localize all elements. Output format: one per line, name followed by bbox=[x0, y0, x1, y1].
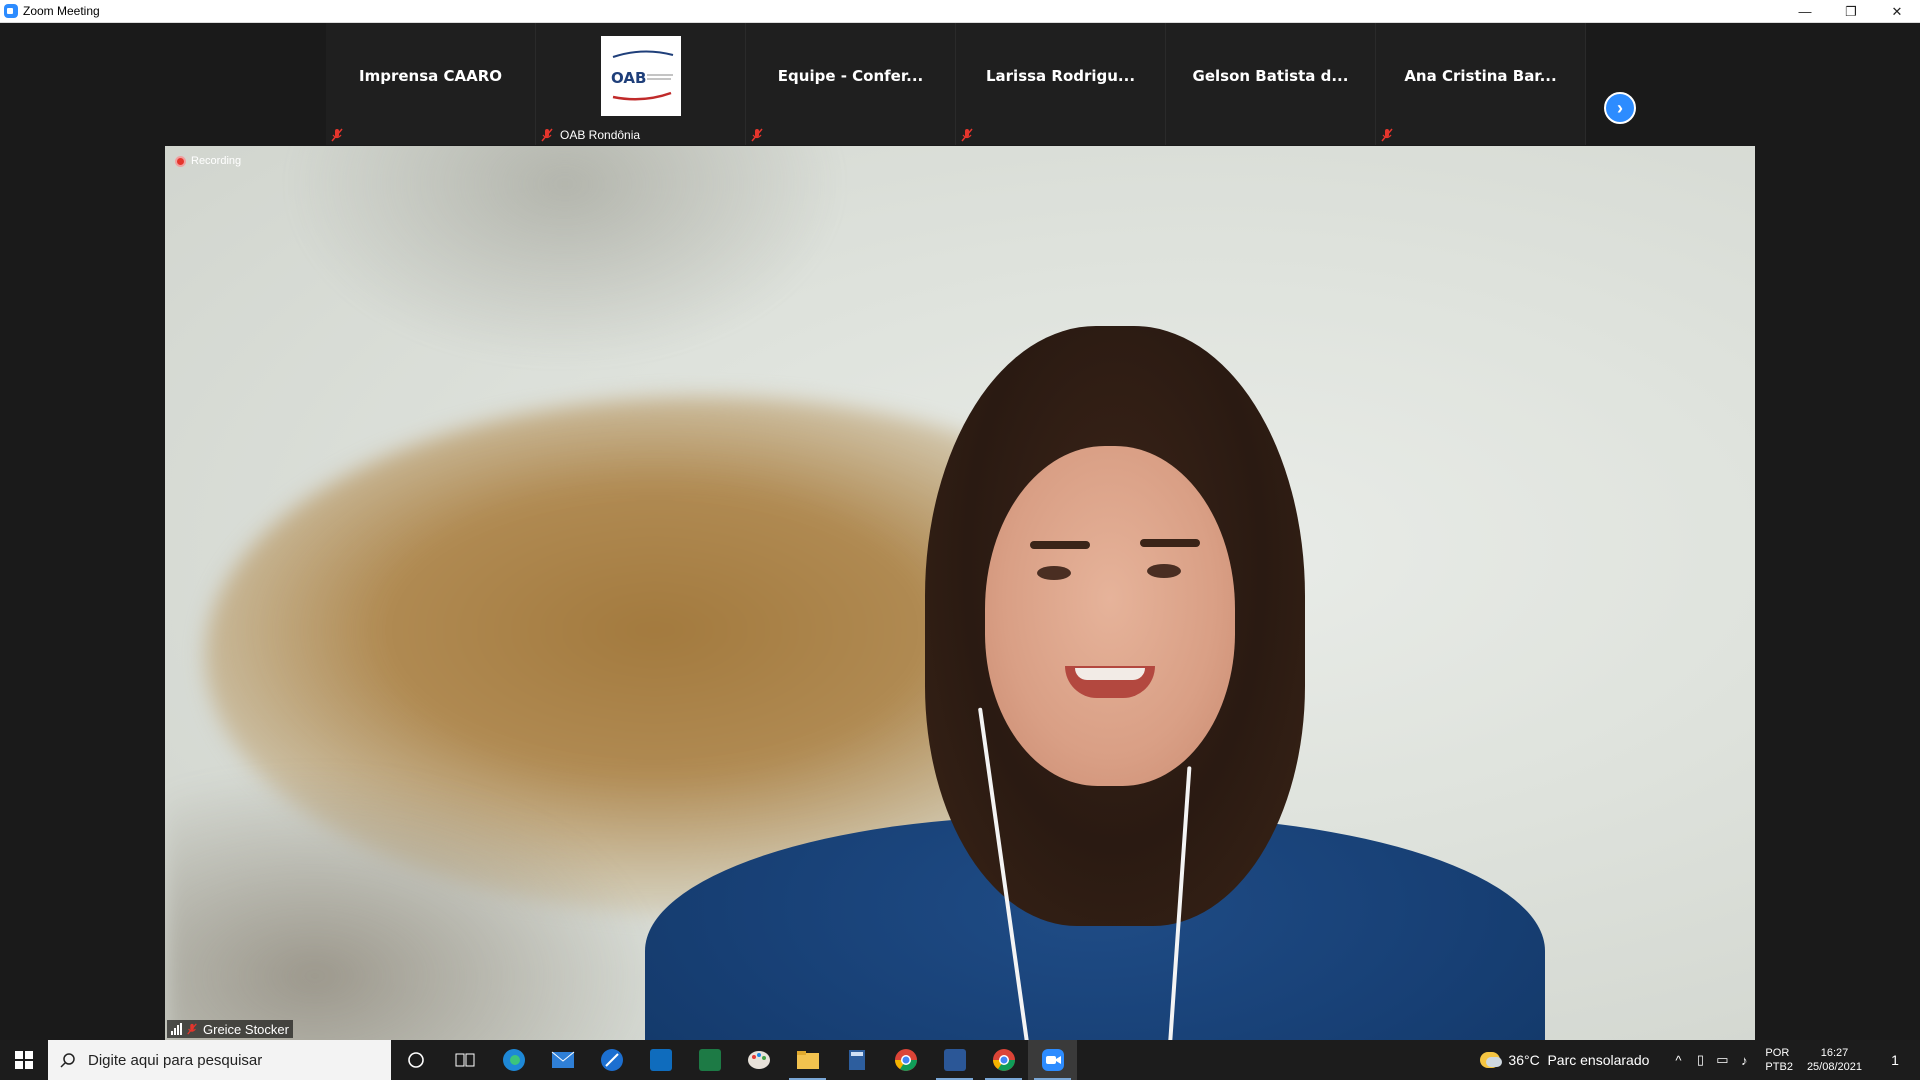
windows-taskbar: Digite aqui para pesquisar 36°C Parc ens… bbox=[0, 1040, 1920, 1080]
file-explorer-icon[interactable] bbox=[783, 1040, 832, 1080]
background-lamp bbox=[285, 146, 845, 366]
word-icon[interactable] bbox=[930, 1040, 979, 1080]
task-view-icon[interactable] bbox=[440, 1040, 489, 1080]
recording-label: Recording bbox=[191, 155, 242, 167]
participant-name: Gelson Batista d... bbox=[1192, 67, 1349, 85]
participant-tile[interactable]: Larissa Rodrigu... bbox=[956, 23, 1166, 145]
restore-button[interactable]: ❐ bbox=[1828, 0, 1874, 23]
participant-tile[interactable]: OAB OAB Rondônia bbox=[536, 23, 746, 145]
speaker-name-tag: Greice Stocker bbox=[167, 1020, 293, 1038]
recording-indicator[interactable]: Recording bbox=[175, 155, 241, 167]
notification-count: 1 bbox=[1891, 1052, 1899, 1068]
calculator-icon[interactable] bbox=[832, 1040, 881, 1080]
clock-time: 16:27 bbox=[1820, 1047, 1849, 1059]
zoom-icon[interactable] bbox=[1028, 1040, 1077, 1080]
close-button[interactable]: ✕ bbox=[1874, 0, 1920, 23]
excel-icon[interactable] bbox=[685, 1040, 734, 1080]
participant-name: Larissa Rodrigu... bbox=[985, 67, 1136, 85]
edge-icon[interactable] bbox=[489, 1040, 538, 1080]
cortana-icon[interactable] bbox=[391, 1040, 440, 1080]
paint-icon[interactable] bbox=[734, 1040, 783, 1080]
muted-mic-icon bbox=[961, 128, 973, 142]
clock-date: 25/08/2021 bbox=[1806, 1061, 1862, 1073]
participant-tile[interactable]: Ana Cristina Bar... bbox=[1376, 23, 1586, 145]
search-placeholder: Digite aqui para pesquisar bbox=[88, 1051, 263, 1069]
muted-mic-icon bbox=[187, 1023, 197, 1035]
participant-tile[interactable]: Imprensa CAARO bbox=[326, 23, 536, 145]
oab-logo: OAB bbox=[600, 36, 681, 116]
meeting-area: Imprensa CAARO OAB OAB Rondônia Equipe -… bbox=[0, 23, 1920, 1040]
chrome-icon[interactable] bbox=[881, 1040, 930, 1080]
outlook-icon[interactable] bbox=[636, 1040, 685, 1080]
speaker-teeth bbox=[1075, 668, 1145, 680]
speaker-brow bbox=[1140, 539, 1200, 547]
window-title: Zoom Meeting bbox=[23, 4, 100, 18]
weather-temp: 36°C bbox=[1508, 1052, 1540, 1068]
participant-name: Imprensa CAARO bbox=[359, 67, 502, 85]
start-button[interactable] bbox=[0, 1040, 48, 1080]
chevron-up-icon[interactable]: ^ bbox=[1667, 1053, 1689, 1068]
minimize-button[interactable]: — bbox=[1782, 0, 1828, 23]
recording-dot-icon bbox=[175, 155, 186, 167]
volume-icon[interactable]: ♪ bbox=[1733, 1053, 1755, 1068]
next-page-button[interactable]: › bbox=[1604, 92, 1636, 124]
windows-logo-icon bbox=[15, 1051, 33, 1069]
signal-bars-icon bbox=[171, 1023, 182, 1035]
participant-tile[interactable]: Equipe - Confer... bbox=[746, 23, 956, 145]
notification-icon[interactable]: 1 bbox=[1880, 1052, 1910, 1068]
participant-name: Ana Cristina Bar... bbox=[1404, 67, 1557, 85]
battery-icon[interactable]: ▯ bbox=[1689, 1052, 1711, 1068]
network-icon[interactable]: ▭ bbox=[1711, 1052, 1733, 1068]
title-bar: Zoom Meeting — ❐ ✕ bbox=[0, 0, 1920, 23]
weather-icon bbox=[1480, 1052, 1503, 1068]
clock[interactable]: 16:27 25/08/2021 bbox=[1807, 1046, 1862, 1074]
speaker-face bbox=[985, 446, 1235, 786]
muted-mic-icon bbox=[751, 128, 763, 142]
speaker-brow bbox=[1030, 541, 1090, 549]
mail-icon[interactable] bbox=[538, 1040, 587, 1080]
svg-text:OAB: OAB bbox=[611, 69, 646, 87]
zoom-app-icon bbox=[4, 4, 18, 18]
speaker-name: Greice Stocker bbox=[203, 1021, 289, 1037]
muted-mic-icon bbox=[331, 128, 343, 142]
keyboard-layout: PTB2 bbox=[1765, 1061, 1793, 1073]
browser-icon[interactable] bbox=[587, 1040, 636, 1080]
lang-code: POR bbox=[1765, 1047, 1790, 1059]
system-tray: 36°C Parc ensolarado ^ ▯ ▭ ♪ POR PTB2 16… bbox=[1480, 1040, 1920, 1080]
participant-name: Equipe - Confer... bbox=[777, 67, 924, 85]
speaker-eye bbox=[1147, 564, 1181, 578]
background-blur bbox=[165, 766, 665, 1040]
active-speaker-video[interactable]: Recording Greice Stocker bbox=[165, 146, 1755, 1040]
participant-name: OAB Rondônia bbox=[560, 128, 641, 142]
taskbar-search-box[interactable]: Digite aqui para pesquisar bbox=[48, 1040, 391, 1080]
weather-desc: Parc ensolarado bbox=[1547, 1052, 1650, 1068]
participant-tile[interactable]: Gelson Batista d... bbox=[1166, 23, 1376, 145]
language-indicator[interactable]: POR PTB2 bbox=[1765, 1046, 1793, 1074]
chrome-profile-icon[interactable] bbox=[979, 1040, 1028, 1080]
muted-mic-icon bbox=[541, 128, 553, 142]
speaker-eye bbox=[1037, 566, 1071, 580]
window-controls: — ❐ ✕ bbox=[1782, 0, 1920, 23]
muted-mic-icon bbox=[1381, 128, 1393, 142]
weather-widget[interactable]: 36°C Parc ensolarado bbox=[1480, 1052, 1649, 1068]
participant-strip: Imprensa CAARO OAB OAB Rondônia Equipe -… bbox=[326, 23, 1586, 145]
search-icon bbox=[60, 1053, 75, 1068]
